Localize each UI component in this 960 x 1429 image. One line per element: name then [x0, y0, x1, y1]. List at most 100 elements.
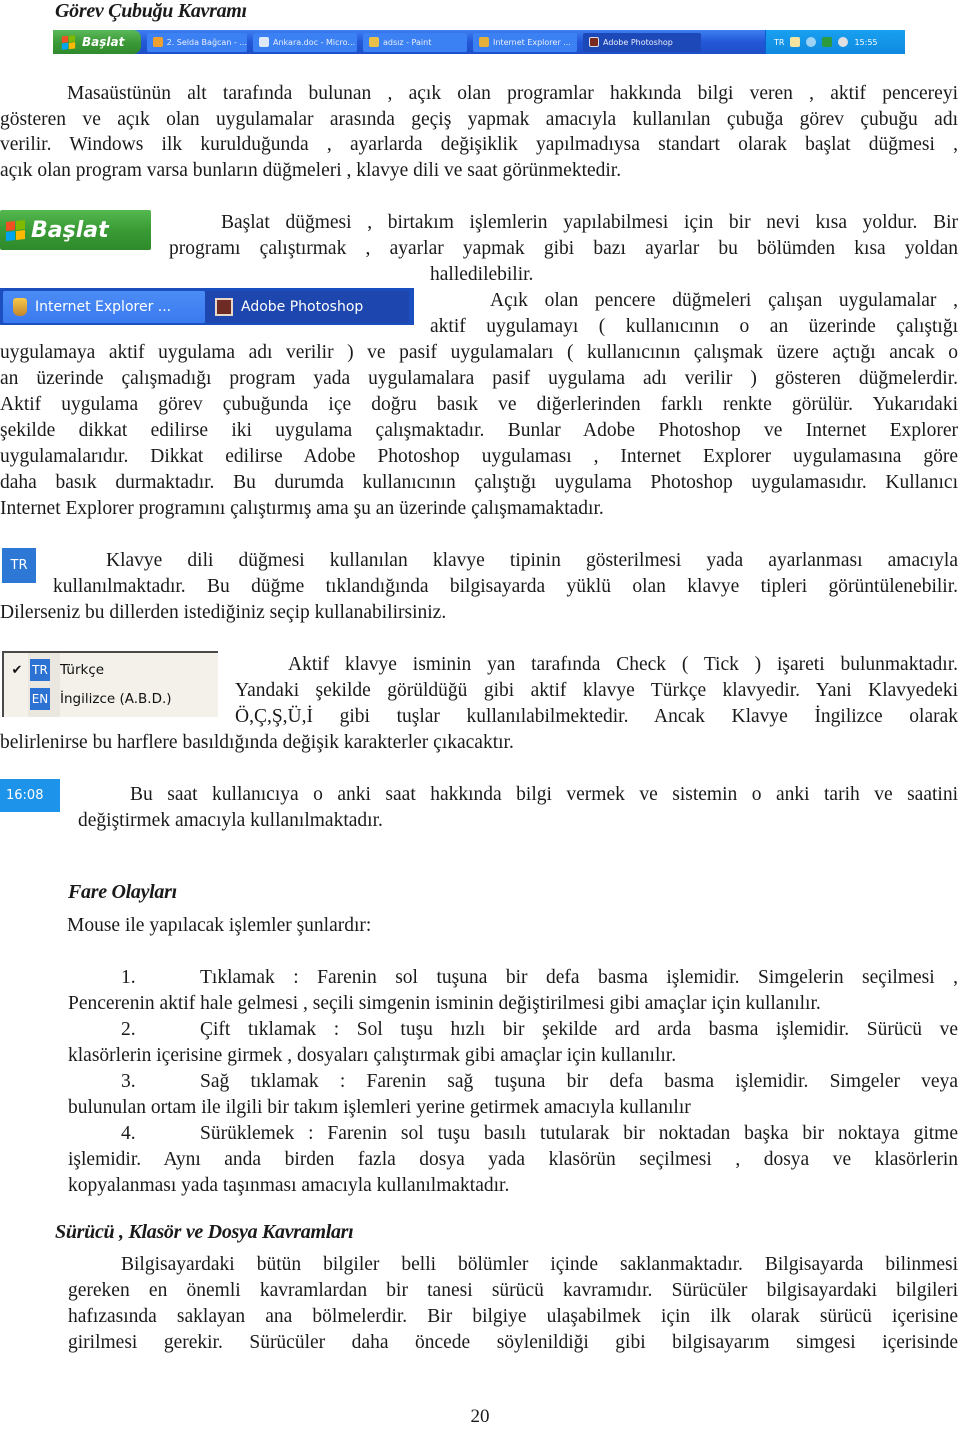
text-line: Tıklamak : Farenin sol tuşuna bir defa b… — [200, 967, 958, 988]
language-menu-item-english[interactable]: EN İngilizce (A.B.D.) — [4, 686, 218, 712]
check-icon: ✔ — [11, 662, 23, 678]
text-line: an üzerinde çalışmadığı program yada uyg… — [0, 368, 958, 389]
text-line: Başlat düğmesi , birtakım işlemlerin yap… — [221, 212, 958, 233]
paragraph-line: girilmesi gerekir. Sürücüler daha öncede… — [68, 1330, 958, 1356]
paragraph-line: an üzerinde çalışmadığı program yada uyg… — [0, 366, 958, 392]
music-player-icon — [153, 37, 163, 47]
paragraph-line: Internet Explorer programını çalıştırmış… — [0, 498, 604, 519]
word-document-icon — [259, 37, 269, 47]
paragraph-line: Dilerseniz bu dillerden istediğiniz seçi… — [0, 602, 447, 623]
start-button[interactable]: Başlat — [53, 30, 141, 54]
language-label: İngilizce (A.B.D.) — [60, 691, 172, 707]
photoshop-icon — [215, 297, 233, 316]
paragraph-line: uygulamaya aktif uygulama adı verilir ) … — [0, 340, 958, 366]
list-first-line: Tıklamak : Farenin sol tuşuna bir defa b… — [200, 965, 958, 991]
paragraph-line: Ö,Ç,Ş,Ü,İ gibi tuşlar kullanılabilmekted… — [235, 704, 958, 730]
list-number: 1. — [121, 967, 136, 988]
text-line: Bilgisayardaki bütün bilgiler belli bölü… — [121, 1254, 958, 1275]
paragraph-line: Masaüstünün alt tarafında bulunan , açık… — [67, 81, 958, 107]
taskbar-button-internet-explorer[interactable]: Internet Explorer ... — [473, 32, 577, 52]
list-continuation: klasörlerin içerisine girmek , dosyaları… — [68, 1045, 677, 1066]
taskbar-button-music[interactable]: 2. Selda Bağcan - ... — [147, 32, 247, 52]
network-icon[interactable] — [806, 37, 817, 47]
paragraph-line: Başlat düğmesi , birtakım işlemlerin yap… — [221, 210, 958, 236]
section-heading-mouse-events: Fare Olayları — [68, 881, 177, 903]
paragraph-line: gereken en önemli kavramlardan bir tanes… — [68, 1278, 958, 1304]
security-icon[interactable] — [822, 37, 833, 47]
volume-icon[interactable] — [838, 37, 849, 47]
text-line: Yandaki şekilde görüldüğü gibi aktif kla… — [235, 680, 958, 701]
paragraph-line: Aktif uygulama görev çubuğunda içe doğru… — [0, 392, 958, 418]
list-first-line: Sürüklemek : Farenin sol tuşu basılı tut… — [200, 1121, 958, 1147]
list-continuation: kopyalanması yada taşınması amacıyla kul… — [68, 1175, 510, 1196]
text-line: gereken en önemli kavramlardan bir tanes… — [68, 1280, 958, 1301]
list-number: 3. — [121, 1071, 136, 1092]
clock-figure: 16:08 — [0, 779, 60, 812]
intro-text: Mouse ile yapılacak işlemler şunlardır: — [67, 915, 372, 936]
list-first-line: Sağ tıklamak : Farenin sağ tuşuna bir de… — [200, 1069, 958, 1095]
taskbar-button-paint[interactable]: adsız - Paint — [363, 32, 467, 52]
list-continuation: Pencerenin aktif hale gelmesi , seçili s… — [68, 993, 821, 1014]
text-line: daha basık durmaktadır. Bu durumda kulla… — [0, 472, 958, 493]
taskbar-button-label: 2. Selda Bağcan - ... — [166, 37, 247, 47]
language-code-badge: TR — [30, 659, 50, 681]
list-number: 2. — [121, 1019, 136, 1040]
task-button-photoshop[interactable]: Adobe Photoshop — [205, 290, 409, 323]
list-number: 4. — [121, 1123, 136, 1144]
text-line: Ö,Ç,Ş,Ü,İ gibi tuşlar kullanılabilmekted… — [235, 706, 958, 727]
start-button-label: Başlat — [31, 217, 109, 243]
text-line: işlemidir. Aynı anda birden fazla dosya … — [68, 1149, 958, 1170]
taskbar-button-label: Adobe Photoshop — [603, 37, 673, 47]
text-line: Masaüstünün alt tarafında bulunan , açık… — [67, 83, 958, 104]
paint-icon — [369, 37, 379, 47]
language-indicator[interactable]: TR — [774, 38, 784, 47]
paragraph-line: Aktif klavye isminin yan tarafında Check… — [288, 652, 958, 678]
task-button-label: Adobe Photoshop — [241, 298, 364, 315]
tray-app-icon[interactable] — [790, 37, 801, 47]
text-line: girilmesi gerekir. Sürücüler daha öncede… — [68, 1332, 958, 1353]
paragraph-line: belirlenirse bu harflere basıldığında de… — [0, 732, 514, 753]
text-line: Çift tıklamak : Sol tuşu hızlı bir şekil… — [200, 1019, 958, 1040]
paragraph-line: değiştirmek amacıyla kullanılmaktadır. — [78, 810, 383, 831]
task-buttons-figure: Internet Explorer ... Adobe Photoshop — [0, 288, 414, 325]
task-button-internet-explorer[interactable]: Internet Explorer ... — [3, 290, 205, 323]
paragraph-line: Klavye dili düğmesi kullanılan klavye ti… — [106, 548, 958, 574]
text-line: Açık olan pencere düğmeleri çalışan uygu… — [490, 290, 958, 311]
list-continuation: işlemidir. Aynı anda birden fazla dosya … — [68, 1147, 958, 1173]
paragraph-line: açık olan program varsa bunların düğmele… — [0, 160, 622, 181]
taskbar-figure: Başlat 2. Selda Bağcan - ... Ankara.doc … — [53, 30, 905, 54]
windows-logo-icon — [61, 34, 76, 50]
text-line: Aktif uygulama görev çubuğunda içe doğru… — [0, 394, 958, 415]
text-line: programı çalıştırmak , ayarlar yapmak gi… — [169, 238, 958, 259]
paragraph-line: gösteren ve açık olan uygulamalar arasın… — [0, 107, 958, 133]
internet-explorer-icon — [479, 37, 489, 47]
text-line: aktif uygulamayı ( kullanıcının o an üze… — [430, 316, 958, 337]
paragraph-line: uygulamalarıdır. Dikkat edilirse Adobe P… — [0, 444, 958, 470]
paragraph-line: halledilebilir. — [430, 264, 534, 285]
task-button-label: Internet Explorer ... — [35, 298, 172, 315]
list-first-line: Çift tıklamak : Sol tuşu hızlı bir şekil… — [200, 1017, 958, 1043]
paragraph-line: verilir. Windows ilk kurulduğunda , ayar… — [0, 132, 958, 158]
photoshop-icon — [589, 37, 599, 47]
start-button-label: Başlat — [82, 35, 125, 49]
taskbar-button-label: Internet Explorer ... — [493, 37, 571, 47]
paragraph-line: şekilde dikkat edilirse iki uygulama çal… — [0, 418, 958, 444]
paragraph-line: programı çalıştırmak , ayarlar yapmak gi… — [169, 236, 958, 262]
taskbar-button-word[interactable]: Ankara.doc - Micro... — [253, 32, 357, 52]
tray-clock[interactable]: 15:55 — [854, 38, 877, 47]
text-line: Bu saat kullanıcıya o anki saat hakkında… — [130, 784, 958, 805]
text-line: uygulamalarıdır. Dikkat edilirse Adobe P… — [0, 446, 958, 467]
paragraph-line: Açık olan pencere düğmeleri çalışan uygu… — [490, 288, 958, 314]
windows-logo-icon — [6, 219, 25, 241]
system-tray: TR 15:55 — [765, 30, 905, 54]
paragraph-line: Yandaki şekilde görüldüğü gibi aktif kla… — [235, 678, 958, 704]
text-line: Sağ tıklamak : Farenin sağ tuşuna bir de… — [200, 1071, 958, 1092]
paragraph-line: Bilgisayardaki bütün bilgiler belli bölü… — [121, 1252, 958, 1278]
taskbar-button-photoshop[interactable]: Adobe Photoshop — [583, 32, 701, 52]
language-menu-item-turkish[interactable]: ✔ TR Türkçe — [4, 657, 218, 683]
taskbar-button-label: adsız - Paint — [383, 37, 432, 47]
language-label: Türkçe — [60, 662, 105, 678]
taskbar-button-label: Ankara.doc - Micro... — [273, 37, 356, 47]
text-line: hafızasında saklayan ana bölmelerdir. Bi… — [68, 1306, 958, 1327]
language-code-badge: EN — [30, 688, 50, 710]
